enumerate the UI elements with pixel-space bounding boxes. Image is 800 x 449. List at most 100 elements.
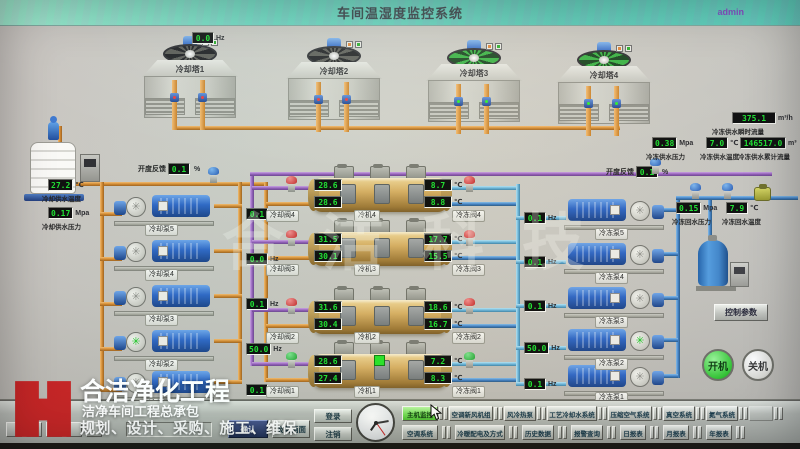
nav-indicator-pair [442,426,451,439]
chiller-2[interactable] [312,288,448,340]
cooling-tower-1[interactable]: 冷却塔1 [142,36,238,128]
chilled-supply-total-flow: 146517.0 m³ [740,137,797,149]
start-button[interactable]: 开机 [702,349,734,381]
tower-valve[interactable] [198,93,207,102]
sensor-label: 冷冻供水瞬时流量 [712,126,764,136]
nav-button[interactable]: 报警查询 [571,425,603,440]
t-pipe [484,84,489,134]
tower-valve[interactable] [314,95,323,104]
alarm-screen-button[interactable]: 报警画面 [272,420,310,438]
lcd: 28.6 [314,196,342,208]
tower-valve[interactable] [342,95,351,104]
imp: ✳ [635,294,644,305]
cooling-valve-icon[interactable] [286,230,297,246]
nav-button[interactable]: 工艺冷却水系统 [547,406,597,421]
stop-button[interactable]: 关机 [742,349,774,381]
logged-in-user: admin [717,7,744,17]
chilled-pump-4[interactable]: ✳ [564,240,664,274]
unit: ℃ [454,181,462,189]
nav-button[interactable]: 真空系统 [663,406,695,421]
left-mini-button[interactable] [6,422,22,437]
tower-valve[interactable] [584,99,593,108]
nav-button[interactable]: 风冷热泵 [504,406,536,421]
unit: % [662,169,668,176]
chilled-supply-flow: 375.1 m³/h [732,112,793,124]
tower-valve[interactable] [170,93,179,102]
c-fbox [340,238,356,258]
pump-frequency: 50.0Hz [524,342,560,354]
left-mini-button[interactable] [86,422,102,437]
transmitter-icon[interactable] [722,183,733,199]
p-inlet [114,201,126,215]
p-motor [152,330,210,352]
control-params-button[interactable]: 控制参数 [714,304,768,321]
left-mini-button[interactable] [66,422,82,437]
nav-button[interactable]: 空调系统 [402,425,438,440]
left-mini-button[interactable] [26,422,42,437]
transmitter-icon[interactable] [690,183,701,199]
chilled-valve-icon[interactable] [464,298,475,314]
sensor-label: 冷却供水温度 [42,193,81,203]
nav-indicator-pair [558,426,567,439]
nav-indicator-pair [739,407,748,420]
cooling-valve-icon[interactable] [286,176,297,192]
tower-valve[interactable] [612,99,621,108]
grp: 16.7℃ [424,318,462,330]
cooling-pump-4[interactable]: ✳ [114,237,214,271]
chilled-pump-2[interactable]: ✳ [564,326,664,360]
nav-button[interactable]: 空调新风机组 [449,406,493,421]
et-body [698,240,728,286]
nav-button[interactable]: 历史数据 [522,425,554,440]
cooling-supply-pressure: 0.17 Mpa [48,207,89,219]
lcd: 31.5 [314,233,342,245]
chiller-3[interactable] [312,220,448,272]
cooling-tower-3[interactable]: 冷却塔3 [426,40,522,132]
logout-button[interactable]: 注销 [314,427,352,441]
cooling-valve-icon[interactable] [286,352,297,368]
tower-valve[interactable] [482,97,491,106]
transmitter-icon[interactable] [208,167,219,183]
pipe-segment [516,184,520,386]
pump-frequency: 50.0Hz [246,343,282,355]
chilled-valve-icon[interactable] [464,176,475,192]
sensor-label: 冷冻供水累计流量 [738,151,790,161]
cooling-pump-2[interactable]: ✳ [114,327,214,361]
cooling-valve-icon[interactable] [286,298,297,314]
ind [625,45,632,52]
cooling-pump-3[interactable]: ✳ [114,282,214,316]
lcd: 8.3 [424,372,452,384]
cooling-tower-2[interactable]: 冷却塔2 [286,38,382,130]
pump-label: 冷却泵2 [145,359,178,371]
pipe-segment [214,249,242,253]
cooling-pump-1[interactable]: ✳ [114,368,214,402]
nav-button[interactable]: 压缩空气系统 [608,406,652,421]
unit: m³ [788,140,797,147]
left-mini-button[interactable] [46,422,62,437]
chilled-pump-3[interactable]: ✳ [564,284,664,318]
cooling-pump-5[interactable]: ✳ [114,192,214,226]
chiller-1[interactable] [312,342,448,394]
chilled-valve-icon[interactable] [464,230,475,246]
nav-button[interactable]: 冷暖配电及方式 [455,425,505,440]
expansion-tank[interactable] [696,238,756,294]
p-motor [152,240,210,262]
p-motor [568,287,626,309]
i [779,407,783,420]
tower-valve[interactable] [454,97,463,106]
login-button[interactable]: 登录 [314,409,352,423]
cooling-tower-4[interactable]: 冷却塔4 [556,42,652,134]
t-pipe [344,82,349,132]
nav-button[interactable]: 年报表 [706,425,732,440]
chilled-pump-5[interactable]: ✳ [564,196,664,230]
nav-button[interactable]: 氮气系统 [706,406,738,421]
nav-button[interactable]: 月报表 [663,425,689,440]
inline-pump-icon[interactable] [754,187,771,201]
confirm-button[interactable]: 确认 [228,420,268,438]
nav-button[interactable]: 日报表 [620,425,646,440]
chiller-4[interactable] [312,166,448,218]
i [698,426,702,439]
chilled-valve-icon[interactable] [464,352,475,368]
lcd: 0.1 [246,208,268,220]
p-inlet [114,377,126,391]
unit: ℃ [454,374,462,382]
